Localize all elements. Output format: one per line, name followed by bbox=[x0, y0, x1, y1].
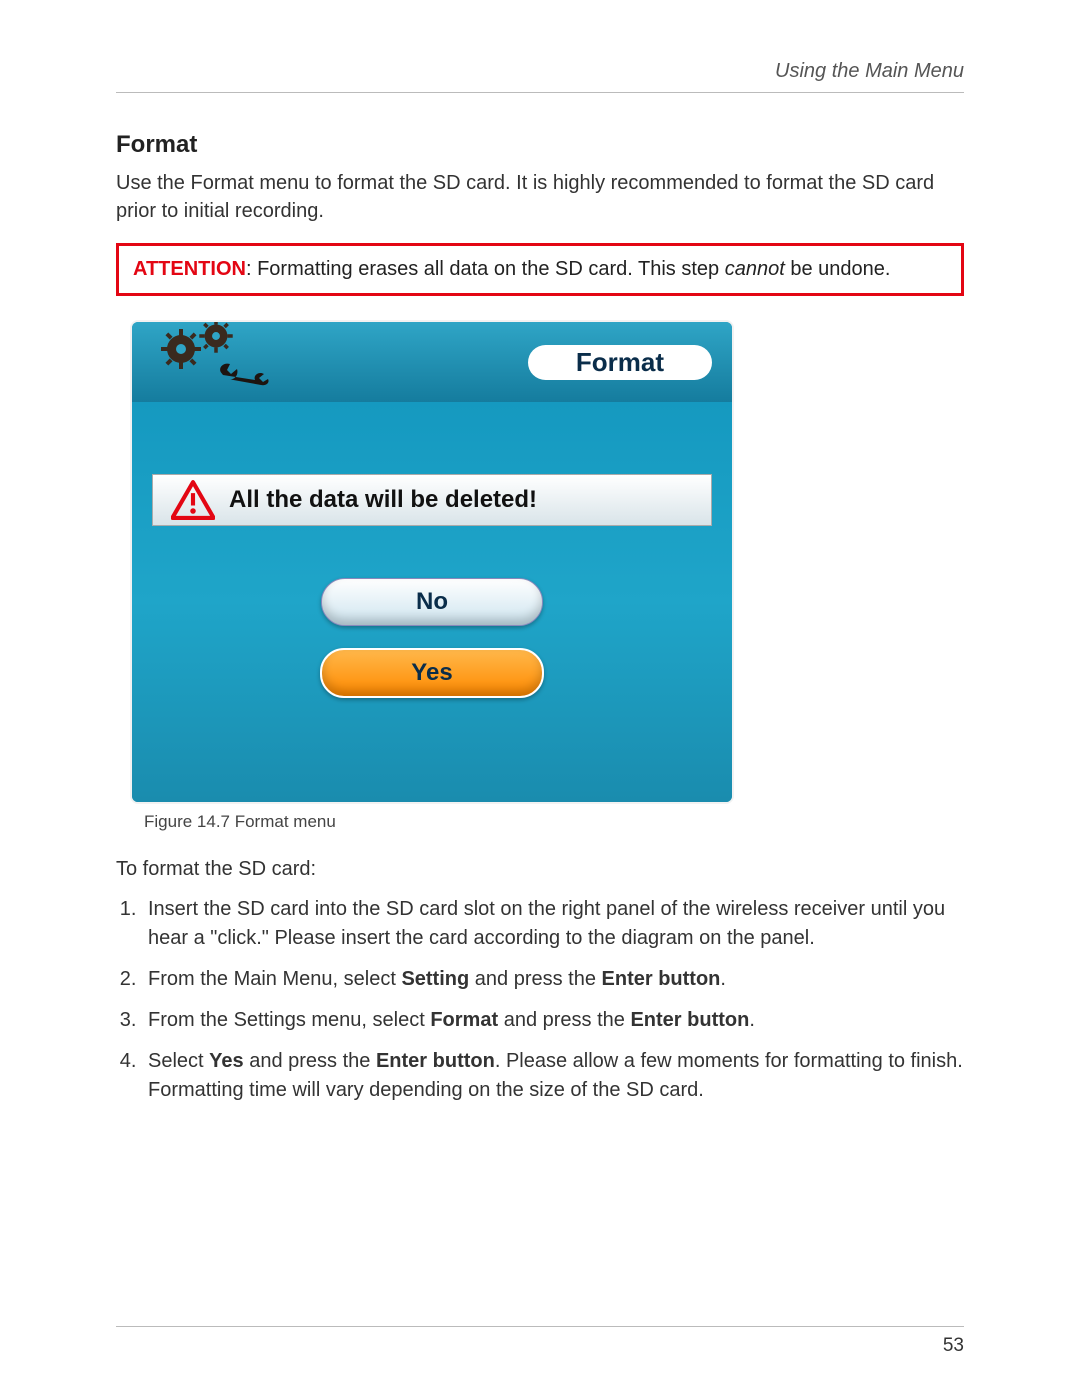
no-button[interactable]: No bbox=[321, 578, 543, 626]
steps-subhead: To format the SD card: bbox=[116, 858, 964, 881]
yes-button-label: Yes bbox=[411, 659, 452, 687]
section-lead: Use the Format menu to format the SD car… bbox=[116, 169, 964, 225]
step-4: Select Yes and press the Enter button. P… bbox=[142, 1047, 964, 1105]
warning-text: All the data will be deleted! bbox=[229, 486, 537, 514]
no-button-label: No bbox=[416, 588, 448, 616]
warning-banner: All the data will be deleted! bbox=[152, 474, 712, 526]
device-header: Format bbox=[132, 322, 732, 402]
attention-text-after: be undone. bbox=[785, 258, 891, 280]
step-3: From the Settings menu, select Format an… bbox=[142, 1006, 964, 1035]
warning-icon bbox=[171, 480, 215, 520]
attention-cannot: cannot bbox=[725, 258, 785, 280]
attention-box: ATTENTION: Formatting erases all data on… bbox=[116, 243, 964, 296]
section-title: Format bbox=[116, 131, 964, 159]
breadcrumb: Using the Main Menu bbox=[775, 60, 964, 82]
format-title-text: Format bbox=[576, 347, 664, 377]
step-2: From the Main Menu, select Setting and p… bbox=[142, 965, 964, 994]
page-number: 53 bbox=[116, 1335, 964, 1357]
device-body: All the data will be deleted! No Yes bbox=[132, 402, 732, 802]
wrench-icon bbox=[216, 358, 276, 392]
step-1: Insert the SD card into the SD card slot… bbox=[142, 895, 964, 953]
figure-caption: Figure 14.7 Format menu bbox=[144, 812, 964, 832]
page-header: Using the Main Menu bbox=[116, 60, 964, 93]
format-title-pill: Format bbox=[528, 345, 712, 380]
attention-text-before: : Formatting erases all data on the SD c… bbox=[246, 258, 725, 280]
device-format-screen: Format All the data will be deleted! No … bbox=[132, 322, 732, 802]
page-footer: 53 bbox=[116, 1326, 964, 1357]
yes-button[interactable]: Yes bbox=[320, 648, 544, 698]
settings-icon bbox=[152, 328, 272, 396]
attention-label: ATTENTION bbox=[133, 258, 246, 280]
steps-list: Insert the SD card into the SD card slot… bbox=[116, 895, 964, 1105]
